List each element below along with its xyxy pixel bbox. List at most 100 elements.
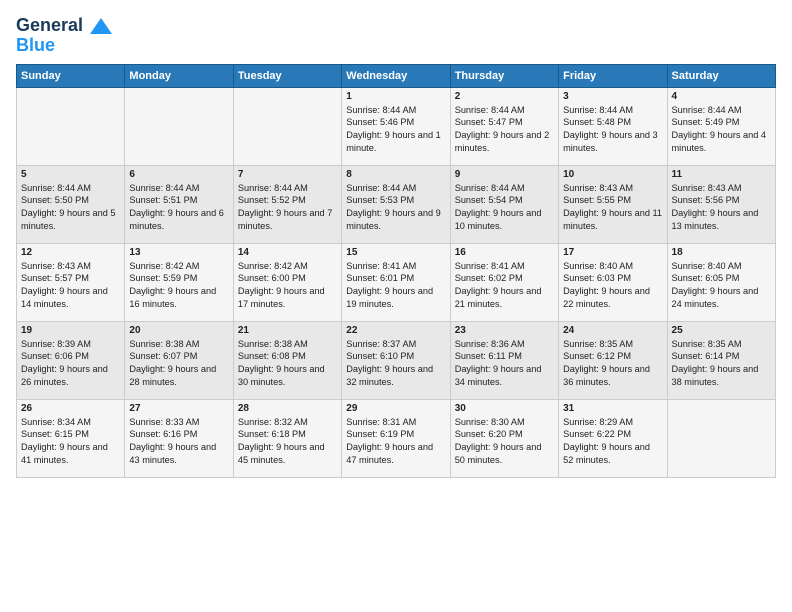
cell-line: Sunset: 6:19 PM [346, 428, 445, 441]
header-row: SundayMondayTuesdayWednesdayThursdayFrid… [17, 64, 776, 87]
day-number: 12 [21, 247, 120, 258]
cell-line: Sunrise: 8:42 AM [129, 260, 228, 273]
cell-line: Daylight: 9 hours and 10 minutes. [455, 207, 554, 233]
cell-line: Sunrise: 8:41 AM [346, 260, 445, 273]
cell-content: Sunrise: 8:42 AMSunset: 5:59 PMDaylight:… [129, 260, 228, 312]
cell-line: Sunrise: 8:43 AM [563, 182, 662, 195]
day-number: 8 [346, 169, 445, 180]
page: General Blue SundayMondayTuesdayWednesda… [0, 0, 792, 612]
day-number: 24 [563, 325, 662, 336]
cell-line: Sunrise: 8:38 AM [129, 338, 228, 351]
cell-line: Sunset: 5:49 PM [672, 116, 771, 129]
cell-line: Daylight: 9 hours and 24 minutes. [672, 285, 771, 311]
cell-line: Sunrise: 8:30 AM [455, 416, 554, 429]
cell-content: Sunrise: 8:38 AMSunset: 6:07 PMDaylight:… [129, 338, 228, 390]
day-number: 23 [455, 325, 554, 336]
day-number: 10 [563, 169, 662, 180]
calendar-body: 1Sunrise: 8:44 AMSunset: 5:46 PMDaylight… [17, 87, 776, 477]
week-row-2: 5Sunrise: 8:44 AMSunset: 5:50 PMDaylight… [17, 165, 776, 243]
day-number: 4 [672, 91, 771, 102]
cell-line: Sunrise: 8:44 AM [21, 182, 120, 195]
day-number: 25 [672, 325, 771, 336]
cell-line: Sunset: 5:47 PM [455, 116, 554, 129]
cell-line: Sunrise: 8:29 AM [563, 416, 662, 429]
calendar-cell: 16Sunrise: 8:41 AMSunset: 6:02 PMDayligh… [450, 243, 558, 321]
cell-line: Daylight: 9 hours and 13 minutes. [672, 207, 771, 233]
calendar-cell: 10 Sunrise: 8:43 AMSunset: 5:55 PMDayligh… [559, 165, 667, 243]
day-number: 29 [346, 403, 445, 414]
cell-content: Sunrise: 8:44 AMSunset: 5:47 PMDaylight:… [455, 104, 554, 156]
cell-content: Sunrise: 8:34 AMSunset: 6:15 PMDaylight:… [21, 416, 120, 468]
calendar-cell: 6 Sunrise: 8:44 AMSunset: 5:51 PMDaylight… [125, 165, 233, 243]
logo-general: General [16, 16, 112, 36]
cell-line: Sunrise: 8:39 AM [21, 338, 120, 351]
day-number: 9 [455, 169, 554, 180]
week-row-4: 19 Sunrise: 8:39 AMSunset: 6:06 PMDayligh… [17, 321, 776, 399]
day-number: 6 [129, 169, 228, 180]
cell-content: Sunrise: 8:36 AMSunset: 6:11 PMDaylight:… [455, 338, 554, 390]
cell-line: Sunset: 6:00 PM [238, 272, 337, 285]
calendar-cell: 7Sunrise: 8:44 AMSunset: 5:52 PMDaylight… [233, 165, 341, 243]
col-header-monday: Monday [125, 64, 233, 87]
cell-line: Daylight: 9 hours and 7 minutes. [238, 207, 337, 233]
calendar-cell: 19 Sunrise: 8:39 AMSunset: 6:06 PMDayligh… [17, 321, 125, 399]
cell-line: Sunrise: 8:40 AM [672, 260, 771, 273]
cell-line: Daylight: 9 hours and 17 minutes. [238, 285, 337, 311]
cell-line: Daylight: 9 hours and 5 minutes. [21, 207, 120, 233]
cell-line: Sunrise: 8:44 AM [129, 182, 228, 195]
day-number: 3 [563, 91, 662, 102]
day-number: 19 [21, 325, 120, 336]
calendar-cell: 31Sunrise: 8:29 AMSunset: 6:22 PMDayligh… [559, 399, 667, 477]
cell-line: Daylight: 9 hours and 2 minutes. [455, 129, 554, 155]
cell-line: Sunset: 5:52 PM [238, 194, 337, 207]
cell-line: Sunset: 5:57 PM [21, 272, 120, 285]
cell-line: Daylight: 9 hours and 1 minute. [346, 129, 445, 155]
calendar-cell: 21Sunrise: 8:38 AMSunset: 6:08 PMDayligh… [233, 321, 341, 399]
cell-content: Sunrise: 8:39 AMSunset: 6:06 PMDaylight:… [21, 338, 120, 390]
cell-line: Sunset: 5:53 PM [346, 194, 445, 207]
day-number: 17 [563, 247, 662, 258]
cell-line: Sunset: 6:01 PM [346, 272, 445, 285]
cell-line: Daylight: 9 hours and 9 minutes. [346, 207, 445, 233]
cell-line: Sunset: 6:12 PM [563, 350, 662, 363]
cell-line: Sunset: 6:05 PM [672, 272, 771, 285]
cell-content: Sunrise: 8:43 AMSunset: 5:55 PMDaylight:… [563, 182, 662, 234]
day-number: 13 [129, 247, 228, 258]
day-number: 31 [563, 403, 662, 414]
day-number: 5 [21, 169, 120, 180]
day-number: 14 [238, 247, 337, 258]
calendar-cell: 20Sunrise: 8:38 AMSunset: 6:07 PMDayligh… [125, 321, 233, 399]
cell-line: Sunrise: 8:38 AM [238, 338, 337, 351]
cell-line: Daylight: 9 hours and 16 minutes. [129, 285, 228, 311]
cell-line: Daylight: 9 hours and 43 minutes. [129, 441, 228, 467]
calendar-cell [17, 87, 125, 165]
cell-line: Daylight: 9 hours and 4 minutes. [672, 129, 771, 155]
cell-line: Sunrise: 8:42 AM [238, 260, 337, 273]
calendar-cell: 5Sunrise: 8:44 AMSunset: 5:50 PMDaylight… [17, 165, 125, 243]
calendar-cell: 13 Sunrise: 8:42 AMSunset: 5:59 PMDayligh… [125, 243, 233, 321]
calendar-cell [667, 399, 775, 477]
cell-line: Sunset: 6:02 PM [455, 272, 554, 285]
week-row-5: 26Sunrise: 8:34 AMSunset: 6:15 PMDayligh… [17, 399, 776, 477]
cell-content: Sunrise: 8:44 AMSunset: 5:48 PMDaylight:… [563, 104, 662, 156]
cell-line: Daylight: 9 hours and 52 minutes. [563, 441, 662, 467]
cell-line: Sunset: 5:48 PM [563, 116, 662, 129]
cell-line: Sunrise: 8:43 AM [21, 260, 120, 273]
cell-line: Sunrise: 8:44 AM [346, 182, 445, 195]
cell-line: Sunset: 5:56 PM [672, 194, 771, 207]
col-header-saturday: Saturday [667, 64, 775, 87]
cell-line: Sunset: 6:03 PM [563, 272, 662, 285]
cell-line: Sunset: 6:16 PM [129, 428, 228, 441]
cell-line: Sunset: 5:55 PM [563, 194, 662, 207]
cell-content: Sunrise: 8:44 AMSunset: 5:52 PMDaylight:… [238, 182, 337, 234]
cell-content: Sunrise: 8:31 AMSunset: 6:19 PMDaylight:… [346, 416, 445, 468]
cell-line: Daylight: 9 hours and 30 minutes. [238, 363, 337, 389]
cell-content: Sunrise: 8:44 AMSunset: 5:51 PMDaylight:… [129, 182, 228, 234]
cell-line: Sunset: 6:15 PM [21, 428, 120, 441]
cell-line: Sunset: 6:14 PM [672, 350, 771, 363]
cell-line: Daylight: 9 hours and 6 minutes. [129, 207, 228, 233]
cell-line: Sunrise: 8:32 AM [238, 416, 337, 429]
calendar-cell: 25Sunrise: 8:35 AMSunset: 6:14 PMDayligh… [667, 321, 775, 399]
cell-line: Daylight: 9 hours and 14 minutes. [21, 285, 120, 311]
cell-line: Sunrise: 8:40 AM [563, 260, 662, 273]
